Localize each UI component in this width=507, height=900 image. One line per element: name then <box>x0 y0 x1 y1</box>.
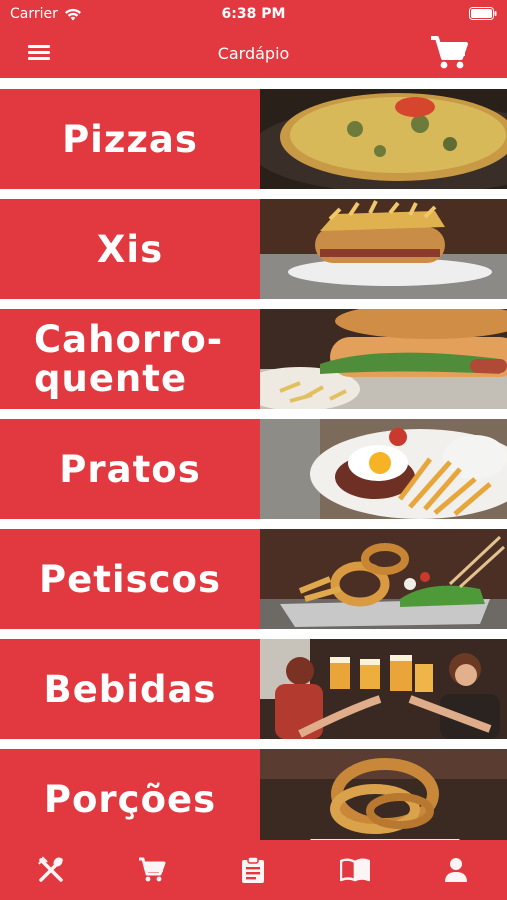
category-label: Pizzas <box>0 89 260 189</box>
category-label: Petiscos <box>0 529 260 629</box>
tab-book[interactable] <box>325 850 385 890</box>
category-item-petiscos[interactable]: Petiscos <box>0 529 507 629</box>
tab-menu[interactable] <box>21 850 81 890</box>
hotdog-photo <box>260 309 507 409</box>
category-label: Bebidas <box>0 639 260 739</box>
portions-photo <box>260 749 507 840</box>
tab-bar <box>0 840 507 900</box>
tab-profile[interactable] <box>426 850 486 890</box>
header: Carrier 6:38 PM Cardápio <box>0 0 507 78</box>
category-label-text: Cahorro- quente <box>34 318 224 400</box>
tab-orders[interactable] <box>223 850 283 890</box>
user-icon <box>445 858 468 882</box>
category-item-bebidas[interactable]: Bebidas <box>0 639 507 739</box>
category-item-xis[interactable]: Xis <box>0 199 507 299</box>
status-bar: Carrier 6:38 PM <box>0 0 507 28</box>
category-item-pizzas[interactable]: Pizzas <box>0 89 507 189</box>
status-time: 6:38 PM <box>221 6 286 22</box>
tab-cart[interactable] <box>122 850 182 890</box>
plate-photo <box>260 419 507 519</box>
category-label: Xis <box>0 199 260 299</box>
cart-icon <box>139 857 166 882</box>
category-item-cachorro-quente[interactable]: Cahorro- quente <box>0 309 507 409</box>
category-item-pratos[interactable]: Pratos <box>0 419 507 519</box>
cart-icon <box>431 36 468 69</box>
pizza-photo <box>260 89 507 189</box>
category-label: Pratos <box>0 419 260 519</box>
clipboard-icon <box>242 856 265 883</box>
cart-button[interactable] <box>429 34 469 72</box>
utensils-icon <box>37 856 63 882</box>
navigation-bar: Cardápio <box>0 28 507 78</box>
category-list: Pizzas Xis Cahorro- quente Pratos Petisc… <box>0 78 507 840</box>
category-item-porcoes[interactable]: Porções <box>0 749 507 840</box>
snacks-photo <box>260 529 507 629</box>
book-icon <box>339 858 370 882</box>
drinks-photo <box>260 639 507 739</box>
burger-photo <box>260 199 507 299</box>
category-label: Cahorro- quente <box>0 309 260 409</box>
battery-icon <box>469 7 497 24</box>
category-label: Porções <box>0 749 260 840</box>
